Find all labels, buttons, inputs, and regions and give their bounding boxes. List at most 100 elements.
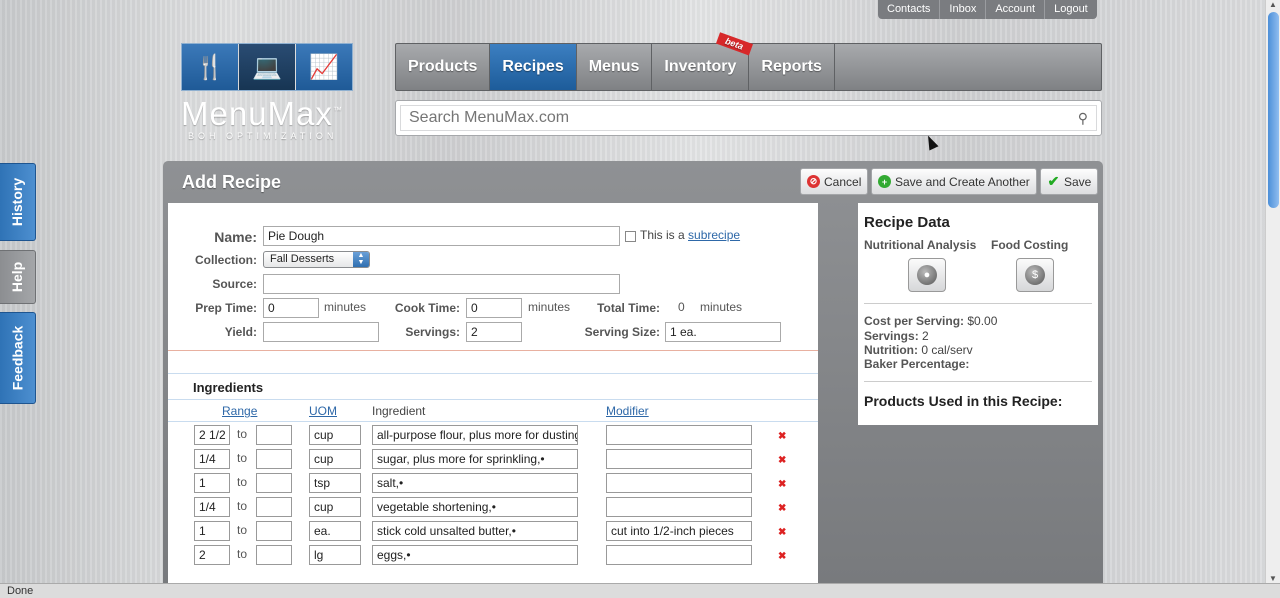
delete-icon[interactable]: ✖ — [778, 527, 786, 538]
ingredient-field[interactable]: all-purpose flour, plus more for dusting — [372, 425, 578, 445]
uom-field[interactable]: ea. — [309, 521, 361, 541]
save-and-create-another-button[interactable]: + Save and Create Another — [871, 168, 1037, 195]
range-from-field[interactable]: 1 — [194, 473, 230, 493]
modifier-field[interactable] — [606, 473, 752, 493]
collection-label: Collection: — [195, 253, 257, 267]
side-tab-history[interactable]: History — [0, 163, 36, 241]
nutritional-analysis-button[interactable]: ● — [908, 258, 946, 292]
scroll-up-icon[interactable]: ▲ — [1269, 0, 1277, 9]
ingredient-field[interactable]: vegetable shortening,• — [372, 497, 578, 517]
menumax-logo[interactable]: 🍴 💻 📈 MenuMax™ BOH OPTIMIZATION — [181, 43, 353, 141]
cost-per-serving: Cost per Serving: $0.00 — [864, 314, 998, 328]
uom-field[interactable]: lg — [309, 545, 361, 565]
range-header[interactable]: Range — [222, 404, 257, 418]
range-to-field[interactable] — [256, 449, 292, 469]
save-and-create-another-label: Save and Create Another — [895, 174, 1030, 189]
delete-icon[interactable]: ✖ — [778, 479, 786, 490]
range-to-field[interactable] — [256, 497, 292, 517]
to-label: to — [237, 451, 248, 465]
ingredient-field[interactable]: stick cold unsalted butter,• — [372, 521, 578, 541]
yield-field[interactable] — [263, 322, 379, 342]
tab-reports[interactable]: Reports — [749, 44, 835, 90]
serving-size-field[interactable]: 1 ea. — [665, 322, 781, 342]
tab-menus[interactable]: Menus — [577, 44, 653, 90]
add-recipe-panel: Add Recipe ⊘ Cancel + Save and Create An… — [163, 161, 1103, 598]
range-to-field[interactable] — [256, 545, 292, 565]
scroll-down-icon[interactable]: ▼ — [1269, 574, 1277, 583]
cancel-label: Cancel — [824, 174, 862, 189]
source-field[interactable] — [263, 274, 620, 294]
collection-value: Fall Desserts — [270, 253, 335, 265]
logout-link[interactable]: Logout — [1044, 0, 1097, 19]
delete-icon[interactable]: ✖ — [778, 455, 786, 466]
beta-badge: beta — [715, 32, 753, 56]
account-link[interactable]: Account — [985, 0, 1044, 19]
servings-field[interactable]: 2 — [466, 322, 522, 342]
laptop-icon: 💻 — [239, 44, 295, 90]
uom-field[interactable]: cup — [309, 497, 361, 517]
range-to-field[interactable] — [256, 425, 292, 445]
side-tab-help[interactable]: Help — [0, 250, 36, 304]
collection-select[interactable]: Fall Desserts ▲ ▼ — [263, 251, 370, 268]
modifier-field[interactable] — [606, 497, 752, 517]
delete-icon[interactable]: ✖ — [778, 551, 786, 562]
tab-recipes[interactable]: Recipes — [490, 44, 577, 90]
tab-products[interactable]: Products — [396, 44, 491, 90]
to-label: to — [237, 427, 248, 441]
range-from-field[interactable]: 1 — [194, 521, 230, 541]
modifier-field[interactable] — [606, 449, 752, 469]
ingredient-field[interactable]: salt,• — [372, 473, 578, 493]
subrecipe-text: This is a subrecipe — [640, 228, 741, 242]
subrecipe-link[interactable]: subrecipe — [688, 228, 740, 242]
scrollbar[interactable]: ▲ ▼ — [1265, 0, 1280, 583]
search-icon[interactable]: ⚲ — [1078, 110, 1088, 127]
food-costing-label: Food Costing — [991, 238, 1069, 252]
range-to-field[interactable] — [256, 473, 292, 493]
cancel-icon: ⊘ — [807, 175, 820, 188]
modifier-header[interactable]: Modifier — [606, 404, 649, 418]
modifier-field[interactable] — [606, 545, 752, 565]
prep-time-unit: minutes — [324, 300, 367, 314]
recipe-data-panel: Recipe Data Nutritional Analysis Food Co… — [858, 203, 1098, 425]
ingredient-field[interactable]: eggs,• — [372, 545, 578, 565]
delete-icon[interactable]: ✖ — [778, 503, 786, 514]
page-title: Add Recipe — [182, 172, 282, 192]
nutrition-summary: Nutrition: 0 cal/serv — [864, 343, 973, 357]
contacts-link[interactable]: Contacts — [878, 0, 939, 19]
side-tab-feedback[interactable]: Feedback — [0, 312, 36, 404]
delete-icon[interactable]: ✖ — [778, 431, 786, 442]
modifier-field[interactable] — [606, 425, 752, 445]
top-links: Contacts Inbox Account Logout — [878, 0, 1097, 19]
range-from-field[interactable]: 1/4 — [194, 497, 230, 517]
name-field[interactable]: Pie Dough — [263, 226, 620, 246]
to-label: to — [237, 475, 248, 489]
status-bar: Done — [0, 583, 1280, 598]
uom-field[interactable]: cup — [309, 425, 361, 445]
logo-title: MenuMax™ — [181, 95, 343, 132]
recipe-form: Name: Pie Dough This is a subrecipe Coll… — [168, 203, 818, 598]
yield-label: Yield: — [224, 325, 257, 339]
prep-time-field[interactable]: 0 — [263, 298, 319, 318]
side-tab-history-label: History — [9, 177, 26, 227]
cook-time-field[interactable]: 0 — [466, 298, 522, 318]
food-costing-button[interactable]: $ — [1016, 258, 1054, 292]
cook-time-unit: minutes — [528, 300, 571, 314]
save-button[interactable]: ✔ Save — [1040, 168, 1099, 195]
range-from-field[interactable]: 2 — [194, 545, 230, 565]
uom-field[interactable]: tsp — [309, 473, 361, 493]
range-to-field[interactable] — [256, 521, 292, 541]
range-from-field[interactable]: 2 1/2 — [194, 425, 230, 445]
recipe-data-divider — [864, 303, 1092, 304]
uom-field[interactable]: cup — [309, 449, 361, 469]
cancel-button[interactable]: ⊘ Cancel — [800, 168, 869, 195]
uom-header[interactable]: UOM — [309, 404, 337, 418]
range-from-field[interactable]: 1/4 — [194, 449, 230, 469]
tab-inventory[interactable]: Inventory beta — [652, 32, 753, 90]
inbox-link[interactable]: Inbox — [939, 0, 985, 19]
ingredient-header: Ingredient — [372, 404, 426, 418]
scrollbar-thumb[interactable] — [1268, 12, 1279, 208]
ingredient-field[interactable]: sugar, plus more for sprinkling,• — [372, 449, 578, 469]
modifier-field[interactable]: cut into 1/2-inch pieces — [606, 521, 752, 541]
search-input[interactable] — [409, 109, 1049, 127]
subrecipe-checkbox[interactable] — [625, 231, 636, 242]
